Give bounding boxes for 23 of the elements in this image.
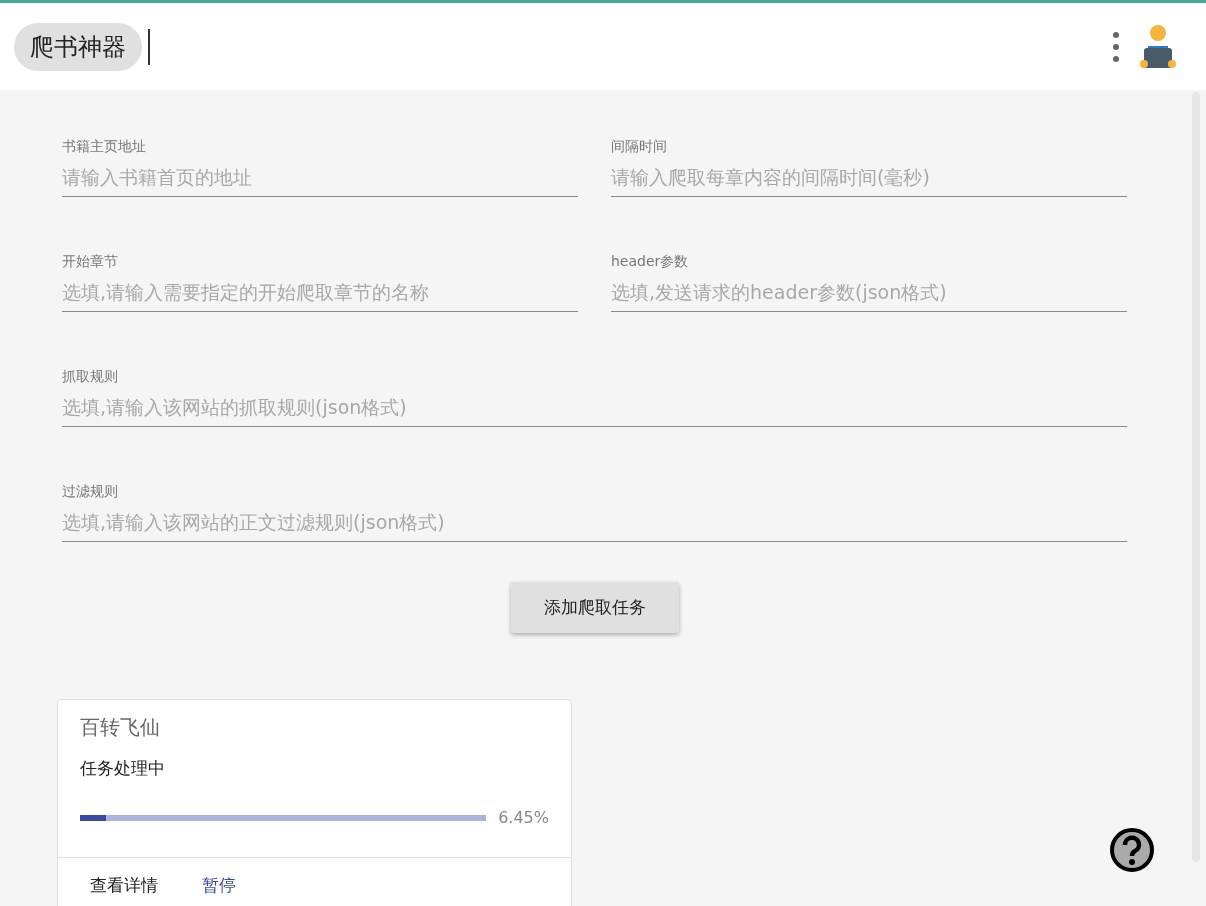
input-field[interactable]: 请输入书籍首页的地址: [62, 166, 578, 197]
add-task-button[interactable]: 添加爬取任务: [510, 582, 679, 633]
task-title: 百转飞仙: [79, 714, 161, 741]
task-status: 任务处理中: [79, 757, 166, 780]
field-label: 抓取规则: [62, 368, 119, 386]
input-field[interactable]: 请输入爬取每章内容的间隔时间(毫秒): [611, 166, 1127, 197]
text-cursor: [148, 28, 150, 65]
avatar-icon[interactable]: [1140, 23, 1176, 70]
field-label: 过滤规则: [62, 483, 119, 501]
input-field[interactable]: 选填,请输入需要指定的开始爬取章节的名称: [62, 281, 578, 312]
field-label: 间隔时间: [611, 138, 668, 156]
field-label: 开始章节: [62, 253, 119, 271]
field-label: 书籍主页地址: [62, 138, 147, 156]
task-action-button[interactable]: 查看详情: [78, 872, 170, 899]
input-field[interactable]: 选填,请输入该网站的抓取规则(json格式): [62, 396, 1127, 427]
input-field[interactable]: 选填,发送请求的header参数(json格式): [611, 281, 1127, 312]
help-icon[interactable]: [1108, 826, 1156, 874]
app-title: 爬书神器: [14, 22, 142, 71]
field-label: header参数: [611, 253, 690, 271]
progress-reading: 6.45%: [498, 808, 549, 827]
more-icon[interactable]: [1112, 29, 1120, 64]
input-field[interactable]: 选填,请输入该网站的正文过滤规则(json格式): [62, 511, 1127, 542]
task-action-button[interactable]: 暂停: [190, 872, 248, 899]
